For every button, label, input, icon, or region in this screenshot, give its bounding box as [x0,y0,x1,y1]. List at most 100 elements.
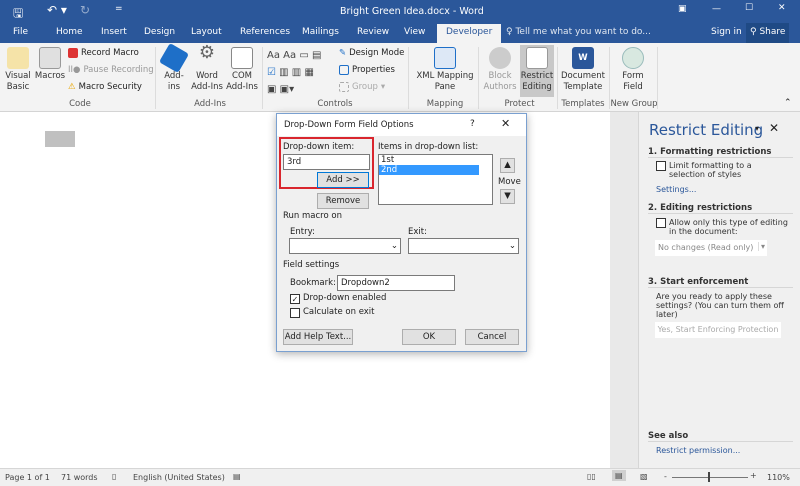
com-add-ins-button[interactable]: COM Add-Ins [226,47,258,93]
exit-select[interactable]: ⌄ [408,238,519,254]
content-controls-gallery[interactable]: Aa Aa ▭ ▤ ☑ ▥ ▥ ▦ ▣ ▣▾ [267,47,321,98]
macro-recording-icon[interactable]: ▤ [233,472,241,481]
print-layout-icon[interactable]: ▤ [612,470,626,481]
start-enforcing-button[interactable]: Yes, Start Enforcing Protection [655,322,781,338]
block-authors-button[interactable]: Block Authors [482,47,518,93]
minimize-icon[interactable]: — [712,4,721,14]
xml-mapping-pane-button[interactable]: XML Mapping Pane [414,47,476,93]
language[interactable]: English (United States) [133,473,225,482]
dropdown-enabled-label: Drop-down enabled [303,293,387,303]
add-ins-button[interactable]: Add-ins [158,42,190,93]
sign-in-link[interactable]: Sign in [711,27,742,37]
ribbon: Visual Basic Macros Record Macro II● Paus… [0,42,800,112]
group-button[interactable]: Group ▾ [339,82,385,92]
group-addins-label: Add-Ins [194,99,226,109]
store-icon [158,42,190,74]
pane-close-icon[interactable]: ✕ [769,121,779,135]
tab-insert[interactable]: Insert [101,27,127,37]
cancel-button[interactable]: Cancel [465,329,519,345]
restrict-permission-link[interactable]: Restrict permission... [656,446,740,455]
save-icon[interactable]: 🖫 [13,4,23,25]
allow-editing-checkbox[interactable] [656,218,666,228]
tab-developer[interactable]: Developer [437,24,502,43]
share-button[interactable]: ⚲ Share [746,23,790,43]
divider [262,47,263,109]
macros-button[interactable]: Macros [34,47,66,82]
dropdown-form-field[interactable] [45,131,75,147]
legacy-tools-icon: ▣▾ [279,84,295,95]
macro-security-button[interactable]: ⚠ Macro Security [68,82,142,92]
restrict-editing-button[interactable]: Restrict Editing [520,45,554,97]
group-code-label: Code [69,99,91,109]
group-mapping-label: Mapping [426,99,464,109]
tab-review[interactable]: Review [357,27,389,37]
tell-me-search[interactable]: ♀ Tell me what you want to do... [506,27,651,37]
dialog-title: Drop-Down Form Field Options [284,120,414,130]
undo-icon[interactable]: ↶ ▾ [47,3,67,17]
list-item[interactable]: 1st [379,155,492,165]
document-template-button[interactable]: W Document Template [560,47,606,93]
properties-button[interactable]: Properties [339,65,395,75]
tab-home[interactable]: Home [56,27,83,37]
visual-basic-button[interactable]: Visual Basic [4,47,32,93]
dropdown-item-input[interactable]: 3rd [283,154,370,170]
add-button[interactable]: Add >> [317,172,369,188]
remove-button[interactable]: Remove [317,193,369,209]
move-up-button[interactable]: ▲ [500,158,515,173]
zoom-slider-thumb[interactable] [708,472,710,482]
maximize-icon[interactable]: ☐ [745,3,753,13]
divider [557,47,558,109]
close-icon[interactable]: ✕ [778,3,786,13]
word-add-ins-button[interactable]: ⚙ Word Add-Ins [190,44,224,93]
ok-button[interactable]: OK [402,329,456,345]
calculate-on-exit-checkbox[interactable] [290,308,300,318]
entry-select[interactable]: ⌄ [289,238,401,254]
group-templates-label: Templates [561,99,605,109]
word-count[interactable]: 71 words [61,473,98,482]
dialog-close-icon[interactable]: ✕ [501,117,510,130]
xml-mapping-icon [434,47,456,69]
divider [478,47,479,109]
tab-references[interactable]: References [240,27,290,37]
title-bar: 🖫 ↶ ▾ ↻ = Bright Green Idea.docx - Word … [0,0,800,23]
design-mode-button[interactable]: ✎ Design Mode [339,48,404,58]
pause-recording-button[interactable]: II● Pause Recording [68,65,154,75]
pane-options-icon[interactable]: ▾ [755,124,759,133]
record-macro-button[interactable]: Record Macro [68,48,139,58]
tab-mailings[interactable]: Mailings [302,27,339,37]
ribbon-display-icon[interactable]: ▣ [678,4,687,14]
zoom-level[interactable]: 110% [767,473,790,482]
field-settings-label: Field settings [283,260,340,270]
zoom-slider[interactable] [672,477,748,478]
tab-design[interactable]: Design [144,27,175,37]
editing-type-select[interactable]: No changes (Read only) ▾ [655,240,767,256]
chevron-down-icon: ▾ [757,242,765,251]
share-label: Share [759,27,786,37]
form-field-button[interactable]: Form Field [614,47,652,93]
customize-qat-icon[interactable]: = [115,4,123,14]
add-help-text-button[interactable]: Add Help Text... [283,329,353,345]
dropdown-enabled-checkbox[interactable]: ✓ [290,294,300,304]
vertical-scrollbar[interactable] [610,112,638,468]
read-mode-icon[interactable]: ▯▯ [587,472,596,481]
redo-icon[interactable]: ↻ [80,3,90,17]
zoom-out-button[interactable]: - [664,472,667,481]
help-button[interactable]: ? [470,119,475,129]
limit-formatting-checkbox[interactable] [656,161,666,171]
items-listbox[interactable]: 1st 2nd [378,154,493,205]
section-enforcement: 3. Start enforcement [648,277,793,288]
move-down-button[interactable]: ▼ [500,189,515,204]
page-count[interactable]: Page 1 of 1 [5,473,50,482]
web-layout-icon[interactable]: ▧ [640,472,648,481]
list-item-selected[interactable]: 2nd [379,165,479,175]
collapse-ribbon-icon[interactable]: ⌃ [784,98,792,108]
properties-icon [339,65,349,75]
proofing-icon[interactable]: ▯ [112,472,116,481]
tab-view[interactable]: View [404,27,425,37]
bookmark-input[interactable]: Dropdown2 [337,275,455,291]
zoom-in-button[interactable]: + [750,471,757,480]
tab-layout[interactable]: Layout [191,27,222,37]
group-newgroup-label: New Group [610,99,658,109]
settings-link[interactable]: Settings... [656,185,696,194]
tab-file[interactable]: File [13,27,28,37]
